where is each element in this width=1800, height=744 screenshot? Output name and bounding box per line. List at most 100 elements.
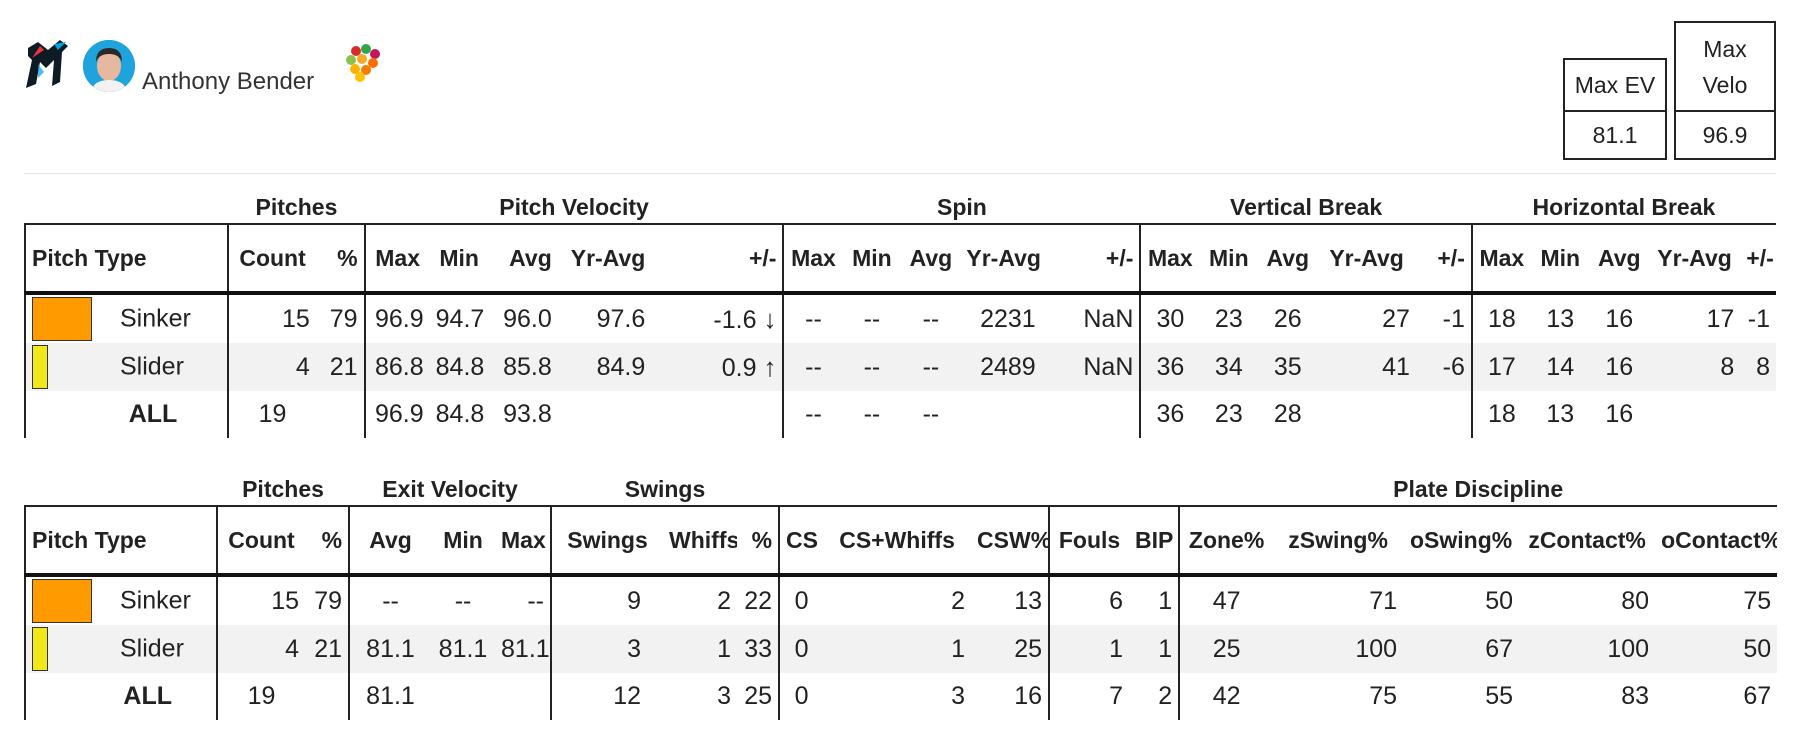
zone-pct: 47: [1178, 575, 1274, 625]
col-count[interactable]: Count: [216, 505, 305, 577]
spin-max: --: [782, 391, 843, 438]
col-velo-min[interactable]: Min: [429, 223, 489, 295]
ev-min: 81.1: [438, 634, 488, 663]
col-spin-avg[interactable]: Avg: [901, 223, 961, 295]
zone-pct: 42: [1178, 673, 1274, 720]
max-ev-value: 81.1: [1563, 110, 1667, 160]
table-row: Slider 4 21 86.8 84.8 85.8 84.9 0.9 ↑ --…: [23, 343, 1776, 391]
csw-pct: 25: [1014, 634, 1043, 663]
col-vb-avg[interactable]: Avg: [1258, 223, 1318, 295]
col-pct[interactable]: %: [305, 505, 350, 577]
ev-min: [431, 673, 495, 720]
pitch-type-name: Slider: [120, 352, 184, 381]
col-hb-min[interactable]: Min: [1530, 223, 1590, 295]
col-cs-whiffs[interactable]: CS+Whiffs: [823, 505, 972, 577]
fouls: 7: [1048, 673, 1130, 720]
col-csw-pct[interactable]: CSW%: [971, 505, 1050, 577]
group-empty: [25, 467, 217, 506]
velo-min: 84.8: [435, 352, 485, 381]
hb-max: 18: [1470, 293, 1531, 343]
col-pct[interactable]: %: [315, 223, 365, 295]
max-velo-value: 96.9: [1674, 110, 1776, 160]
zone-pct: 25: [1178, 625, 1274, 673]
pct: [316, 391, 365, 438]
col-count[interactable]: Count: [227, 223, 316, 295]
vb-yr-avg: 41: [1382, 352, 1410, 381]
col-vb-diff[interactable]: +/-: [1415, 223, 1472, 295]
col-vb-min[interactable]: Min: [1199, 223, 1259, 295]
hb-max: 17: [1470, 343, 1531, 391]
col-velo-diff[interactable]: +/-: [651, 223, 784, 295]
col-spin-max[interactable]: Max: [782, 223, 843, 295]
max-ev-box: Max EV 81.1: [1563, 58, 1667, 160]
col-fouls[interactable]: Fouls: [1048, 505, 1130, 577]
col-velo-max[interactable]: Max: [363, 223, 430, 295]
group-swings: Swings: [624, 476, 706, 502]
spin-avg: --: [922, 400, 940, 428]
ev-avg: 81.1: [348, 673, 432, 720]
bip: 1: [1158, 586, 1173, 615]
col-pitch-type[interactable]: Pitch Type: [23, 223, 229, 295]
col-ocontact-pct[interactable]: oContact%: [1655, 505, 1778, 577]
count: 19: [227, 391, 316, 438]
table-row: Sinker 15 79 -- -- -- 9 2 22 0 2 13 6 1 …: [24, 575, 1777, 625]
col-zcontact-pct[interactable]: zContact%: [1519, 505, 1656, 577]
col-ev-min[interactable]: Min: [431, 505, 496, 577]
col-hb-max[interactable]: Max: [1470, 223, 1531, 295]
col-spin-diff[interactable]: +/-: [1041, 223, 1141, 295]
count: 15: [216, 575, 305, 625]
velo-avg: 93.8: [503, 400, 552, 428]
oswing-pct: 67: [1485, 634, 1514, 663]
col-whiffs[interactable]: Whiffs: [663, 505, 738, 577]
spin-avg: --: [922, 304, 940, 333]
pitch-type-name: Sinker: [120, 586, 191, 615]
col-whiff-pct[interactable]: %: [737, 505, 780, 577]
group-horizontal-break: Horizontal Break: [1532, 194, 1716, 220]
col-hb-yr-avg[interactable]: Yr-Avg: [1648, 223, 1741, 295]
col-vb-yr-avg[interactable]: Yr-Avg: [1317, 223, 1416, 295]
col-spin-yr-avg[interactable]: Yr-Avg: [960, 223, 1042, 295]
group-pitches: Pitches: [242, 476, 324, 502]
player-name: Anthony Bender: [142, 68, 315, 95]
ev-avg: --: [348, 575, 432, 625]
ocontact-pct: 75: [1743, 586, 1772, 615]
ev-min: --: [454, 586, 472, 615]
group-empty: [25, 185, 228, 224]
cs: 0: [778, 575, 824, 625]
spin-diff: NaN: [1083, 304, 1134, 333]
col-ev-avg[interactable]: Avg: [348, 505, 432, 577]
col-hb-diff[interactable]: +/-: [1740, 223, 1776, 295]
slider-color-swatch: [32, 627, 48, 671]
vb-diff: -1: [1442, 304, 1465, 333]
col-hb-avg[interactable]: Avg: [1589, 223, 1649, 295]
zswing-pct: 100: [1355, 634, 1398, 663]
velo-yr-avg: [558, 391, 652, 438]
col-ev-max[interactable]: Max: [495, 505, 552, 577]
velo-diff-value: 0.9: [721, 353, 757, 382]
oswing-pct: 55: [1485, 682, 1514, 710]
col-velo-avg[interactable]: Avg: [488, 223, 558, 295]
velo-min: 84.8: [435, 400, 485, 428]
col-zswing-pct[interactable]: zSwing%: [1273, 505, 1404, 577]
header-divider: [24, 173, 1776, 174]
col-vb-max[interactable]: Max: [1139, 223, 1200, 295]
bip: 2: [1158, 682, 1173, 710]
bip: 1: [1158, 634, 1173, 663]
col-swings[interactable]: Swings: [550, 505, 664, 577]
pct: 21: [314, 634, 343, 663]
whiffs: 1: [717, 634, 732, 663]
col-zone-pct[interactable]: Zone%: [1178, 505, 1274, 577]
swings: 12: [550, 673, 664, 720]
whiffs: 3: [717, 682, 732, 710]
hb-diff: [1740, 391, 1776, 438]
col-pitch-type[interactable]: Pitch Type: [24, 505, 217, 577]
hb-diff: 8: [1756, 352, 1770, 381]
hb-diff: -1: [1747, 304, 1770, 333]
col-cs[interactable]: CS: [778, 505, 824, 577]
vb-max: 36: [1139, 343, 1200, 391]
col-velo-yr-avg[interactable]: Yr-Avg: [557, 223, 652, 295]
col-oswing-pct[interactable]: oSwing%: [1403, 505, 1520, 577]
col-spin-min[interactable]: Min: [842, 223, 902, 295]
slider-color-swatch: [32, 345, 48, 389]
col-bip[interactable]: BIP: [1129, 505, 1180, 577]
